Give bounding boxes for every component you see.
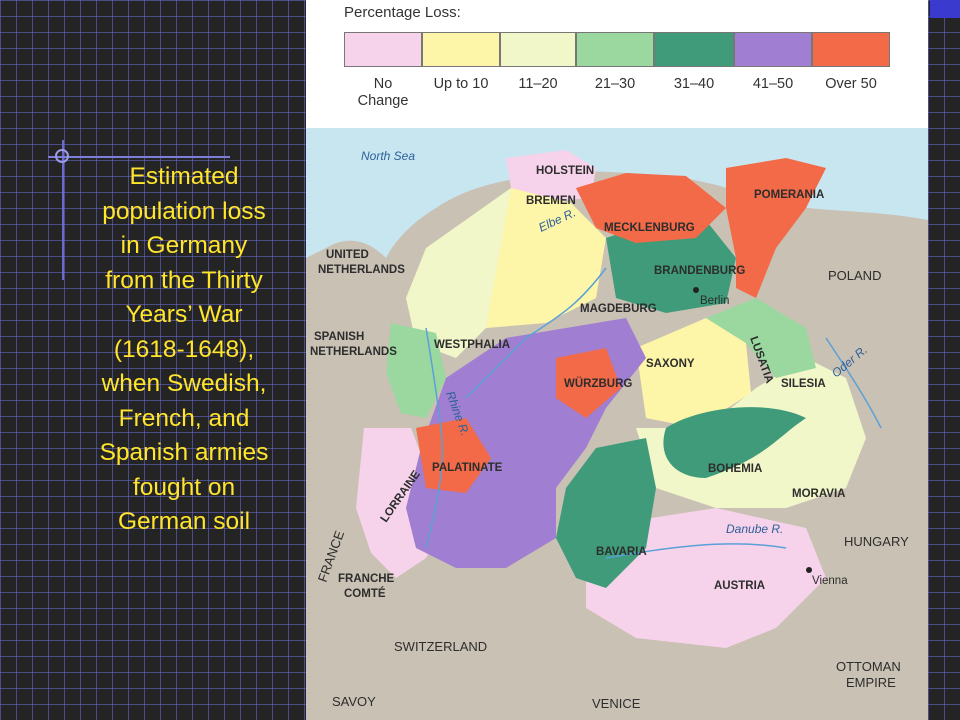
- label-westphalia: WESTPHALIA: [434, 339, 510, 351]
- label-pomerania: POMERANIA: [754, 189, 824, 201]
- label-holstein: HOLSTEIN: [536, 165, 594, 177]
- label-silesia: SILESIA: [781, 378, 826, 390]
- legend-label-over-50: Over 50: [825, 76, 877, 92]
- berlin-dot-icon: [693, 287, 699, 293]
- label-north-sea: North Sea: [361, 149, 415, 163]
- decorative-horizontal-line: [48, 156, 230, 158]
- label-franche-comte-1: FRANCHE: [338, 573, 395, 585]
- caption-line: German soil: [117, 508, 251, 535]
- map-caption: Estimated population loss in Germany fro…: [70, 160, 298, 540]
- legend-swatch-11-20: [500, 32, 576, 67]
- caption-line: Years’ War: [125, 301, 243, 328]
- legend-label-21-30: 21–30: [594, 76, 636, 92]
- label-venice: VENICE: [592, 696, 641, 711]
- label-vienna: Vienna: [812, 575, 848, 587]
- decorative-square: [930, 0, 960, 18]
- caption-line: Estimated: [129, 163, 239, 190]
- label-berlin: Berlin: [700, 295, 729, 307]
- label-spanish-netherlands-2: NETHERLANDS: [310, 346, 397, 358]
- legend-label-up-to-10: Up to 10: [433, 76, 489, 92]
- label-bremen: BREMEN: [526, 195, 576, 207]
- label-palatinate: PALATINATE: [432, 462, 503, 474]
- label-magdeburg: MAGDEBURG: [580, 303, 657, 315]
- label-spanish-netherlands-1: SPANISH: [314, 331, 364, 343]
- legend-label-no-change: No Change: [344, 76, 422, 110]
- caption-line: (1618-1648),: [113, 335, 255, 363]
- legend-swatch-no-change: [344, 32, 422, 67]
- label-united-netherlands-2: NETHERLANDS: [318, 264, 405, 276]
- caption-line: French, and: [118, 404, 250, 432]
- legend-label-line: Change: [357, 93, 409, 109]
- label-switzerland: SWITZERLAND: [394, 639, 487, 654]
- label-austria: AUSTRIA: [714, 580, 765, 592]
- caption-line: Spanish armies: [99, 439, 269, 466]
- caption-line: in Germany: [120, 232, 248, 259]
- legend-label-line: No: [373, 76, 393, 92]
- legend-swatch-41-50: [734, 32, 812, 67]
- map-legend: Percentage Loss: No Change Up to 10 11–2…: [306, 0, 928, 128]
- legend-swatch-up-to-10: [422, 32, 500, 67]
- label-franche-comte-2: COMTÉ: [344, 587, 386, 600]
- legend-swatch-over-50: [812, 32, 890, 67]
- caption-line: population loss: [102, 197, 266, 225]
- caption-line: fought on: [132, 473, 236, 501]
- caption-line: from the Thirty: [105, 266, 263, 294]
- label-ottoman-2: EMPIRE: [846, 675, 896, 690]
- bullet-circle-icon: [55, 149, 69, 163]
- germany-population-loss-map: North Sea Elbe R. Rhine R. Oder R. Danub…: [306, 128, 928, 720]
- legend-swatch-21-30: [576, 32, 654, 67]
- label-poland: POLAND: [828, 268, 881, 283]
- label-bavaria: BAVARIA: [596, 546, 647, 558]
- legend-title: Percentage Loss:: [344, 4, 461, 21]
- map-svg: North Sea Elbe R. Rhine R. Oder R. Danub…: [306, 128, 928, 720]
- label-ottoman-1: OTTOMAN: [836, 659, 901, 674]
- label-danube: Danube R.: [726, 522, 783, 536]
- legend-label-31-40: 31–40: [673, 76, 715, 92]
- label-saxony: SAXONY: [646, 358, 695, 370]
- label-mecklenburg: MECKLENBURG: [604, 222, 695, 234]
- label-bohemia: BOHEMIA: [708, 463, 762, 475]
- legend-swatch-31-40: [654, 32, 734, 67]
- label-moravia: MORAVIA: [792, 488, 845, 500]
- label-brandenburg: BRANDENBURG: [654, 265, 745, 277]
- legend-label-41-50: 41–50: [752, 76, 794, 92]
- label-savoy: SAVOY: [332, 694, 376, 709]
- caption-line: when Swedish,: [101, 370, 267, 397]
- vienna-dot-icon: [806, 567, 812, 573]
- legend-label-11-20: 11–20: [518, 76, 558, 92]
- label-united-netherlands-1: UNITED: [326, 249, 369, 261]
- label-wurzburg: WÜRZBURG: [564, 377, 632, 390]
- label-hungary: HUNGARY: [844, 534, 909, 549]
